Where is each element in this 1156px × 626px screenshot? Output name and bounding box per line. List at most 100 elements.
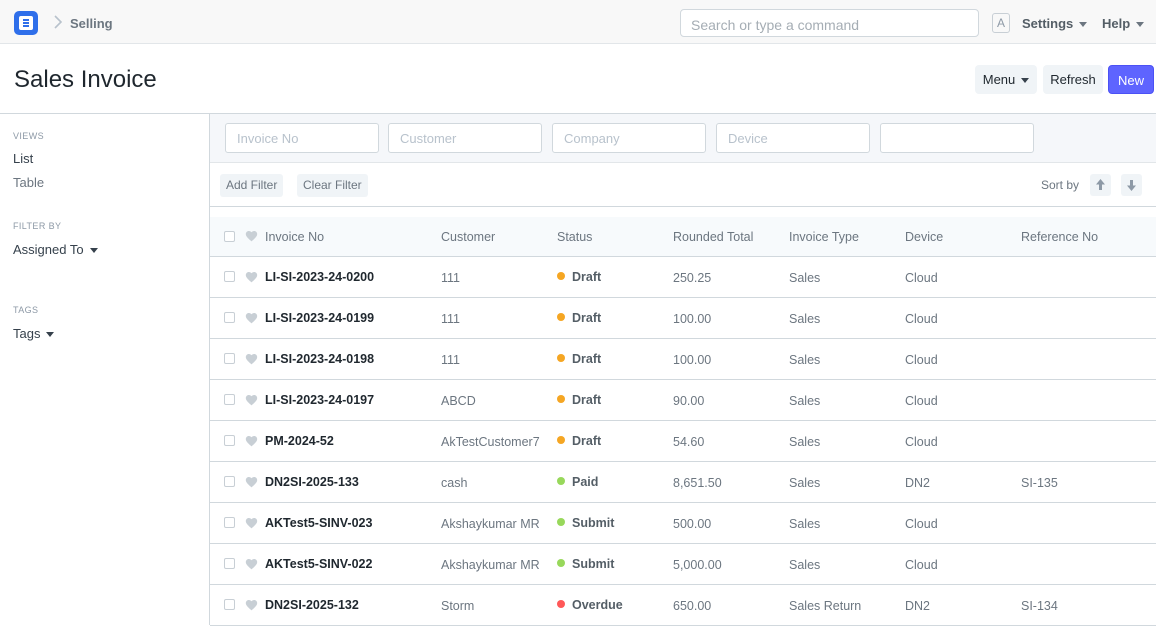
caret-down-icon (1079, 22, 1088, 28)
status-indicator: Draft (557, 434, 601, 448)
row-checkbox[interactable] (224, 271, 235, 282)
arrow-down-icon (1127, 180, 1136, 191)
row-checkbox[interactable] (224, 312, 235, 323)
row-checkbox[interactable] (224, 394, 235, 405)
table-row[interactable]: PM-2024-52 AkTestCustomer7 Draft 54.60 Sales… (210, 421, 1156, 462)
breadcrumb-selling[interactable]: Selling (70, 16, 113, 31)
column-header-device[interactable]: Device (905, 230, 943, 244)
status-label: Submit (572, 557, 615, 571)
device-filter-input[interactable]: Device (716, 123, 870, 153)
refresh-button[interactable]: Refresh (1043, 65, 1103, 94)
table-row[interactable]: AKTest5-SINV-022 Akshaykumar MR Submit 5,00… (210, 544, 1156, 585)
invoice-no-link[interactable]: LI-SI-2023-24-0198 (265, 352, 374, 366)
device-cell: DN2 (905, 476, 931, 490)
device-cell: Cloud (905, 394, 938, 408)
invoice-no-link[interactable]: AKTest5-SINV-022 (265, 557, 372, 571)
customer-filter-input[interactable]: Customer (388, 123, 542, 153)
sidebar-item-list[interactable]: List (13, 151, 33, 166)
heart-icon[interactable] (245, 312, 258, 324)
customer-cell: AkTestCustomer7 (441, 435, 540, 449)
heart-icon[interactable] (245, 394, 258, 406)
heart-icon[interactable] (245, 353, 258, 365)
invoice-no-link[interactable]: DN2SI-2025-133 (265, 475, 359, 489)
invoice-no-placeholder: Invoice No (237, 131, 299, 146)
invoice-no-link[interactable]: AKTest5-SINV-023 (265, 516, 372, 530)
extra-filter-input[interactable] (880, 123, 1034, 153)
sidebar-item-table[interactable]: Table (13, 175, 44, 190)
menu-label: Menu (982, 72, 1016, 87)
column-header-customer[interactable]: Customer (441, 230, 495, 244)
new-button[interactable]: New (1108, 65, 1154, 94)
column-header-status[interactable]: Status (557, 230, 592, 244)
rounded-total-cell: 250.25 (673, 271, 712, 285)
table-row[interactable]: DN2SI-2025-133 cash Paid 8,651.50 Sales DN2 SI… (210, 462, 1156, 503)
customer-cell: Akshaykumar MR (441, 558, 540, 572)
invoice-no-filter-input[interactable]: Invoice No (225, 123, 379, 153)
menu-button[interactable]: Menu (975, 65, 1037, 94)
avatar[interactable]: A (992, 13, 1010, 33)
settings-dropdown[interactable]: Settings (1022, 16, 1088, 31)
tags-label: Tags (13, 326, 41, 341)
rounded-total-cell: 54.60 (673, 435, 705, 449)
caret-down-icon (89, 248, 98, 254)
row-checkbox[interactable] (224, 517, 235, 528)
row-checkbox[interactable] (224, 599, 235, 610)
heart-icon[interactable] (245, 271, 258, 283)
row-checkbox[interactable] (224, 558, 235, 569)
heart-icon[interactable] (245, 230, 258, 242)
sort-by-label[interactable]: Sort by (1041, 178, 1079, 192)
invoice-no-link[interactable]: LI-SI-2023-24-0200 (265, 270, 374, 284)
status-dot-icon (557, 436, 565, 444)
status-indicator: Draft (557, 393, 601, 407)
status-indicator: Overdue (557, 598, 623, 612)
table-row[interactable]: DN2SI-2025-132 Storm Overdue 650.00 Sales Re… (210, 585, 1156, 626)
assigned-to-dropdown[interactable]: Assigned To (13, 242, 98, 257)
device-cell: Cloud (905, 312, 938, 326)
search-input[interactable]: Search or type a command (680, 9, 979, 37)
invoice-no-link[interactable]: PM-2024-52 (265, 434, 334, 448)
status-label: Overdue (572, 598, 623, 612)
heart-icon[interactable] (245, 599, 258, 611)
clear-filter-button[interactable]: Clear Filter (297, 174, 368, 197)
sort-ascending-button[interactable] (1090, 174, 1111, 196)
page-title: Sales Invoice (14, 66, 157, 93)
invoice-no-link[interactable]: LI-SI-2023-24-0199 (265, 311, 374, 325)
company-filter-input[interactable]: Company (552, 123, 706, 153)
row-checkbox[interactable] (224, 435, 235, 446)
status-dot-icon (557, 600, 565, 608)
table-row[interactable]: LI-SI-2023-24-0198 111 Draft 100.00 Sales Clo… (210, 339, 1156, 380)
heart-icon[interactable] (245, 476, 258, 488)
search-placeholder: Search or type a command (691, 17, 860, 33)
row-checkbox[interactable] (224, 353, 235, 364)
add-filter-button[interactable]: Add Filter (220, 174, 284, 197)
status-dot-icon (557, 313, 565, 321)
table-row[interactable]: LI-SI-2023-24-0197 ABCD Draft 90.00 Sales Clo… (210, 380, 1156, 421)
heart-icon[interactable] (245, 558, 258, 570)
column-header-invoice-type[interactable]: Invoice Type (789, 230, 859, 244)
heart-icon[interactable] (245, 517, 258, 529)
help-dropdown[interactable]: Help (1102, 16, 1145, 31)
customer-cell: 111 (441, 353, 461, 367)
sort-descending-button[interactable] (1121, 174, 1142, 196)
select-all-checkbox[interactable] (224, 231, 235, 242)
status-indicator: Submit (557, 516, 614, 530)
tags-dropdown[interactable]: Tags (13, 326, 55, 341)
assigned-to-label: Assigned To (13, 242, 84, 257)
heart-icon[interactable] (245, 435, 258, 447)
status-label: Submit (572, 516, 615, 530)
table-row[interactable]: LI-SI-2023-24-0199 111 Draft 100.00 Sales Clo… (210, 298, 1156, 339)
invoice-no-link[interactable]: LI-SI-2023-24-0197 (265, 393, 374, 407)
app-logo[interactable] (14, 11, 38, 35)
table-row[interactable]: AKTest5-SINV-023 Akshaykumar MR Submit 500.… (210, 503, 1156, 544)
row-checkbox[interactable] (224, 476, 235, 487)
invoice-type-cell: Sales (789, 271, 821, 285)
invoice-no-link[interactable]: DN2SI-2025-132 (265, 598, 359, 612)
customer-cell: 111 (441, 312, 461, 326)
status-indicator: Paid (557, 475, 598, 489)
navbar: Selling Search or type a command A Setti… (0, 0, 1156, 44)
customer-cell: ABCD (441, 394, 476, 408)
column-header-invoice-no[interactable]: Invoice No (265, 230, 324, 244)
column-header-reference-no[interactable]: Reference No (1021, 230, 1098, 244)
column-header-rounded-total[interactable]: Rounded Total (673, 230, 753, 244)
table-row[interactable]: LI-SI-2023-24-0200 111 Draft 250.25 Sales Clo… (210, 257, 1156, 298)
